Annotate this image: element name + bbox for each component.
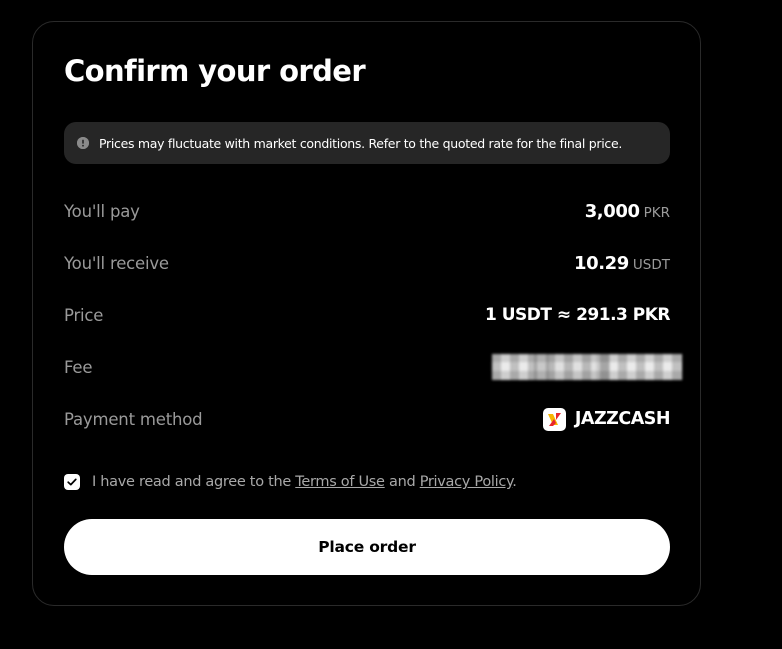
agreement-prefix: I have read and agree to the xyxy=(92,474,291,490)
privacy-policy-link[interactable]: Privacy Policy xyxy=(420,474,513,490)
pay-amount: 3,000 xyxy=(584,200,640,222)
place-order-button[interactable]: Place order xyxy=(64,519,670,575)
price-notice: Prices may fluctuate with market conditi… xyxy=(64,122,670,164)
pay-currency: PKR xyxy=(643,204,670,221)
order-confirm-card: Confirm your order Prices may fluctuate … xyxy=(32,21,701,606)
terms-of-use-link[interactable]: Terms of Use xyxy=(295,474,385,490)
agree-checkbox[interactable] xyxy=(64,474,80,490)
pay-value: 3,000 PKR xyxy=(585,201,670,222)
receive-label: You'll receive xyxy=(64,253,169,273)
agreement-text: I have read and agree to the Terms of Us… xyxy=(92,474,517,490)
pay-row: You'll pay 3,000 PKR xyxy=(64,196,670,226)
agreement-and: and xyxy=(388,474,416,490)
receive-value: 10.29 USDT xyxy=(574,253,670,274)
check-icon xyxy=(67,478,77,486)
fee-value-redacted xyxy=(492,354,682,380)
fee-label: Fee xyxy=(64,357,93,377)
price-value: 1 USDT ≈ 291.3 PKR xyxy=(485,305,671,325)
price-row: Price 1 USDT ≈ 291.3 PKR xyxy=(64,300,671,330)
payment-method-value: JAZZCASH xyxy=(542,407,671,431)
pay-label: You'll pay xyxy=(64,201,140,221)
payment-method-row: Payment method JAZZCASH xyxy=(64,404,671,434)
price-label: Price xyxy=(64,305,104,325)
receive-row: You'll receive 10.29 USDT xyxy=(64,248,670,278)
payment-method-label: Payment method xyxy=(64,409,203,429)
receive-currency: USDT xyxy=(632,256,670,273)
notice-text: Prices may fluctuate with market conditi… xyxy=(99,135,623,151)
payment-method-name: JAZZCASH xyxy=(574,409,671,429)
fee-row: Fee xyxy=(64,352,682,382)
agreement-suffix: . xyxy=(512,474,517,490)
page-title: Confirm your order xyxy=(64,54,366,88)
agreement: I have read and agree to the Terms of Us… xyxy=(64,474,517,490)
info-icon xyxy=(77,137,89,149)
jazzcash-logo-icon xyxy=(542,407,566,431)
receive-amount: 10.29 xyxy=(573,252,629,274)
